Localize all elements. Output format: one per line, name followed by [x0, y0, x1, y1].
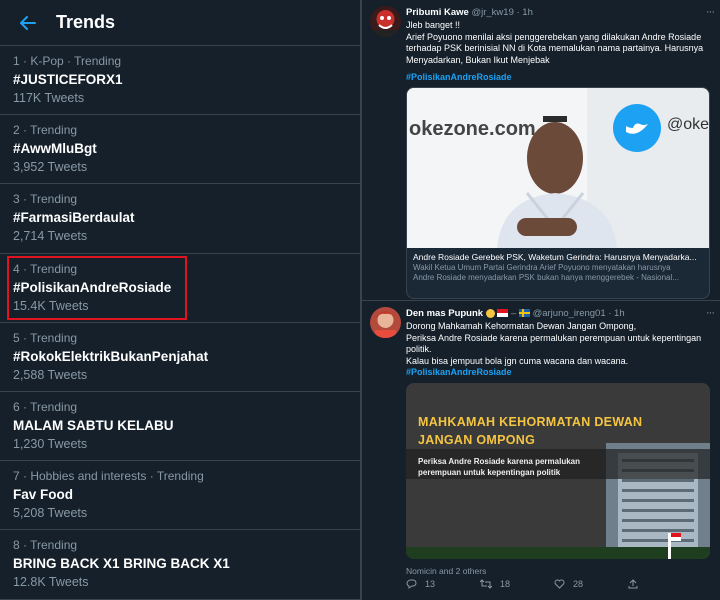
tweet-line: Periksa Andre Rosiade karena permalukan … — [406, 332, 702, 343]
trend-name[interactable]: #JUSTICEFORX1 — [13, 70, 360, 90]
trend-tweet-count: 5,208 Tweets — [13, 506, 88, 521]
like-button[interactable]: 28 — [554, 579, 628, 589]
card-brand-text-2: @oke — [667, 116, 710, 133]
trend-item[interactable]: 3 · Trending #FarmasiBerdaulat 2,714 Tweet… — [0, 184, 360, 254]
trend-tweet-count: 12.8K Tweets — [13, 575, 89, 590]
page-title: Trends — [56, 12, 116, 32]
image-subtext: perempuan untuk kepentingan politik — [418, 468, 561, 477]
tweet-header: Pribumi Kawe @jr_kw19 · 1h — [406, 6, 712, 20]
trend-meta: 2 · Trending — [13, 123, 78, 138]
heart-icon — [554, 579, 565, 589]
tweet-line: politik. — [406, 344, 432, 354]
tagged-people-text[interactable]: Nomicin and 2 others — [406, 566, 486, 576]
trend-tweet-count: 3,952 Tweets — [13, 160, 88, 175]
flag-sweden-icon — [518, 309, 530, 318]
tweet-line: Kalau bisa jempuut bola jgn cuma wacana … — [406, 355, 629, 366]
card-title: Andre Rosiade Gerebek PSK, Waketum Gerin… — [413, 252, 697, 262]
trend-meta: 7 · Hobbies and interests · Trending — [13, 469, 204, 484]
tweet-header: Den mas Pupunk – @arjuno_ireng01 · 1h — [406, 307, 712, 321]
trend-tweet-count: 117K Tweets — [13, 91, 85, 105]
trend-meta: 3 · Trending — [13, 192, 78, 207]
share-button[interactable] — [628, 579, 638, 589]
trend-list: 1 · K-Pop · Trending #JUSTICEFORX1 117K Tw… — [0, 46, 360, 600]
trend-item[interactable]: 7 · Hobbies and interests · Trending Fav … — [0, 461, 360, 531]
trend-item[interactable]: 6 · Trending MALAM SABTU KELABU 1,230 Twee… — [0, 392, 360, 462]
tweet-den-mas-pupunk[interactable]: ··· Den mas Pupunk – @arjuno_ireng01 · 1… — [362, 300, 720, 600]
avatar[interactable] — [370, 307, 401, 338]
avatar[interactable] — [370, 6, 401, 37]
trend-name[interactable]: #FarmasiBerdaulat — [13, 208, 360, 228]
tweet-pribumi-kawe[interactable]: ··· Pribumi Kawe @jr_kw19 · 1h Jleb bang… — [362, 0, 720, 300]
tweet-line: Arief Poyuono menilai aksi penggerebekan… — [406, 31, 702, 42]
author-name[interactable]: Den mas Pupunk — [406, 308, 483, 319]
trends-panel: Trends 1 · K-Pop · Trending #JUSTICEFORX1… — [0, 0, 362, 600]
tagged-people[interactable]: Nomicin and 2 others — [406, 566, 712, 576]
trend-item[interactable]: 1 · K-Pop · Trending #JUSTICEFORX1 117K Tw… — [0, 46, 360, 116]
trend-item[interactable]: 5 · Trending #RokokElektrikBukanPenjahat 2… — [0, 323, 360, 392]
trend-name[interactable]: BRING BACK X1 BRING BACK X1 — [13, 554, 360, 574]
trend-tweet-count: 1,230 Tweets — [13, 436, 88, 451]
reply-icon — [406, 579, 417, 589]
trend-item[interactable]: 2 · Trending #AwwMluBgt 3,952 Tweets — [0, 115, 360, 185]
trend-name[interactable]: Fav Food — [13, 485, 360, 505]
trend-meta: 8 · Trending — [13, 538, 78, 553]
reply-count: 13 — [425, 579, 436, 589]
highlight-box — [7, 256, 187, 320]
retweet-icon — [480, 579, 492, 589]
author-handle[interactable]: @arjuno_ireng01 · 1h — [533, 308, 625, 319]
trends-header: Trends — [0, 0, 360, 46]
plus-separator-icon: – — [511, 308, 517, 319]
back-button[interactable] — [0, 0, 56, 46]
author-name[interactable]: Pribumi Kawe — [406, 7, 469, 18]
tweet-text: Jleb banget !! Arief Poyuono menilai aks… — [406, 20, 712, 66]
trend-meta: 1 · K-Pop · Trending — [13, 54, 122, 68]
tweet-text: Dorong Mahkamah Kehormatan Dewan Jangan … — [406, 321, 712, 367]
trend-item[interactable]: 8 · Trending BRING BACK X1 BRING BACK X1 1… — [0, 530, 360, 600]
hashtag-link[interactable]: #PolisikanAndreRosiade — [406, 72, 712, 82]
image-headline: MAHKAMAH KEHORMATAN DEWAN — [418, 415, 643, 429]
hashtag-link[interactable]: #PolisikanAndreRosiade — [406, 367, 712, 377]
card-brand-text: okezone.com — [409, 118, 536, 140]
card-image: okezone.com @oke — [407, 88, 710, 248]
author-handle[interactable]: @jr_kw19 · 1h — [471, 7, 532, 18]
trend-meta: 5 · Trending — [13, 330, 78, 345]
image-subtext: Periksa Andre Rosiade karena permalukan — [418, 457, 580, 466]
trend-name[interactable]: #RokokElektrikBukanPenjahat — [13, 347, 360, 367]
image-headline: JANGAN OMPONG — [418, 433, 536, 447]
retweet-button[interactable]: 18 — [480, 579, 554, 589]
trend-tweet-count: 2,714 Tweets — [13, 229, 88, 244]
like-count: 28 — [573, 579, 584, 589]
trend-name[interactable]: MALAM SABTU KELABU — [13, 416, 360, 436]
retweet-count: 18 — [500, 579, 511, 589]
tweet-line: terhadap PSK berinisial NN di Kota memal… — [406, 43, 704, 53]
tweet-image[interactable]: MAHKAMAH KEHORMATAN DEWAN JANGAN OMPONG … — [406, 383, 710, 559]
card-description: Andre Rosiade menyadarkan PSK bukan hany… — [413, 273, 679, 282]
flag-indonesia-icon — [497, 309, 509, 318]
action-bar: 13 18 28 — [406, 579, 712, 589]
trend-meta: 6 · Trending — [13, 399, 78, 414]
trend-name[interactable]: #AwwMluBgt — [13, 139, 360, 159]
tweet-line: Menyadarkan, Bukan Ikut Menjebak — [406, 54, 550, 65]
reply-button[interactable]: 13 — [406, 579, 480, 589]
back-arrow-icon — [20, 15, 36, 30]
share-icon — [628, 579, 638, 589]
tweet-line: Jleb banget !! — [406, 20, 461, 30]
trend-tweet-count: 2,588 Tweets — [13, 367, 88, 382]
card-description: Wakil Ketua Umum Partai Gerindra Arief P… — [413, 263, 671, 272]
link-card[interactable]: okezone.com @oke Andre Rosiade Gerebek P… — [406, 87, 710, 299]
tweet-line: Dorong Mahkamah Kehormatan Dewan Jangan … — [406, 321, 637, 331]
emoji-icon — [485, 308, 495, 318]
